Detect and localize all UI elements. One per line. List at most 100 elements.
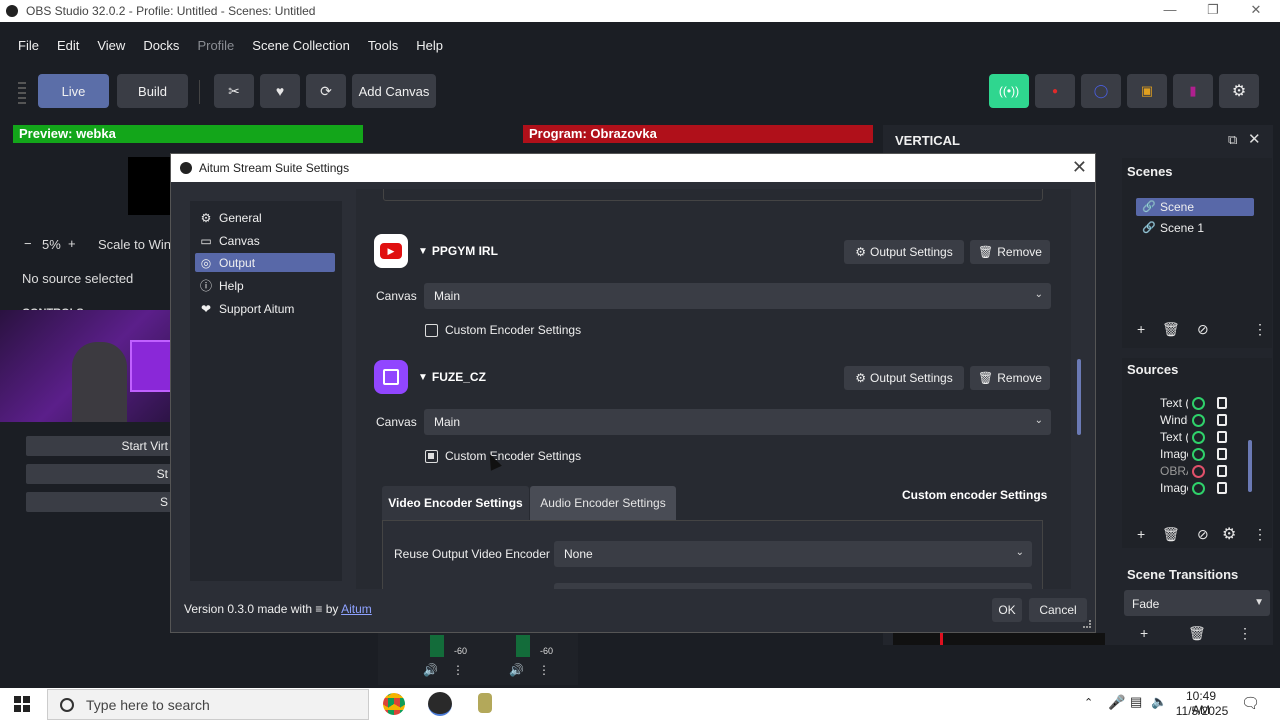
build-mode-button[interactable]: Build	[117, 74, 188, 108]
volume-icon[interactable]: 🔈	[1151, 694, 1167, 710]
lock-icon[interactable]	[1217, 465, 1227, 477]
start-virtual-camera-button[interactable]: Start Virt	[26, 436, 172, 456]
source-row[interactable]: Windo	[1138, 412, 1238, 428]
menu-view[interactable]: View	[97, 38, 125, 53]
more-icon[interactable]: ⋮	[1253, 526, 1267, 543]
heart-icon[interactable]: ♥	[260, 74, 300, 108]
menu-edit[interactable]: Edit	[57, 38, 79, 53]
float-dock-icon[interactable]: ⧉	[1228, 132, 1237, 148]
zoom-in-button[interactable]: +	[68, 236, 76, 251]
restore-button[interactable]: ❐	[1191, 0, 1235, 22]
lock-icon[interactable]	[1217, 448, 1227, 460]
transition-select[interactable]: Fade ▼	[1124, 590, 1270, 616]
reuse-encoder-select[interactable]: None ⌄	[554, 541, 1032, 567]
settings-control-button[interactable]: S	[26, 492, 172, 512]
scene-item[interactable]: 🔗 Scene	[1136, 198, 1254, 216]
canvas-select[interactable]: Main ⌄	[424, 283, 1051, 309]
close-window-button[interactable]: ✕	[1234, 0, 1278, 22]
settings-button[interactable]: ⚙	[1219, 74, 1259, 108]
source-row[interactable]: Text (	[1138, 395, 1238, 411]
output-settings-button[interactable]: ⚙ Output Settings	[844, 240, 964, 264]
nav-canvas[interactable]: ▭ Canvas	[195, 231, 335, 250]
gear-icon[interactable]: ⚙	[1222, 524, 1236, 544]
remove-button[interactable]: 🗑 Remove	[970, 240, 1050, 264]
scene-item[interactable]: 🔗 Scene 1	[1136, 219, 1254, 237]
output-name[interactable]: ▼ PPGYM IRL	[418, 244, 498, 258]
add-source-icon[interactable]: +	[1137, 526, 1145, 542]
eye-icon[interactable]	[1192, 430, 1205, 444]
record-button[interactable]: ●	[1035, 74, 1075, 108]
more-icon[interactable]: ⋮	[1253, 321, 1267, 338]
obs-taskbar-icon[interactable]	[428, 692, 452, 716]
studio-mode-button[interactable]: ▮	[1173, 74, 1213, 108]
chrome-icon[interactable]	[383, 693, 405, 715]
tools-icon[interactable]: ✂	[214, 74, 254, 108]
close-icon[interactable]: ✕	[1072, 157, 1087, 178]
minimize-button[interactable]: —	[1148, 0, 1192, 22]
microphone-icon[interactable]: 🎤	[1108, 694, 1125, 711]
next-select-partial[interactable]	[554, 583, 1032, 589]
virtual-camera-button[interactable]: ▣	[1127, 74, 1167, 108]
eye-icon[interactable]	[1192, 447, 1205, 461]
menu-docks[interactable]: Docks	[143, 38, 179, 53]
taskbar-date[interactable]: 11/5/2025	[1172, 704, 1232, 718]
live-mode-button[interactable]: Live	[38, 74, 109, 108]
network-icon[interactable]: ▤	[1130, 694, 1142, 710]
cancel-button[interactable]: Cancel	[1029, 598, 1087, 622]
add-transition-icon[interactable]: +	[1140, 625, 1148, 641]
checkbox-box[interactable]	[425, 323, 438, 337]
zoom-out-button[interactable]: −	[24, 236, 32, 251]
trash-icon[interactable]: 🗑	[1188, 625, 1206, 642]
nav-support-aitum[interactable]: ❤ Support Aitum	[195, 299, 335, 318]
checkbox-box[interactable]	[425, 449, 438, 463]
remove-button[interactable]: 🗑 Remove	[970, 366, 1050, 390]
replay-buffer-button[interactable]: ◯	[1081, 74, 1121, 108]
tab-video-encoder[interactable]: Video Encoder Settings	[382, 486, 529, 520]
lock-icon[interactable]	[1217, 397, 1227, 409]
eye-icon[interactable]	[1192, 413, 1205, 427]
filter-icon[interactable]: ⊘	[1197, 321, 1209, 338]
eye-icon[interactable]	[1192, 481, 1205, 495]
speaker-icon[interactable]: 🔊	[423, 663, 438, 677]
windows-start-icon[interactable]	[14, 696, 30, 712]
studio-mode-control-button[interactable]: St	[26, 464, 172, 484]
source-row[interactable]: Text (	[1138, 429, 1238, 445]
lock-icon[interactable]	[1217, 414, 1227, 426]
custom-encoder-checkbox[interactable]: Custom Encoder Settings	[425, 323, 581, 337]
stream-button[interactable]: ((•))	[989, 74, 1029, 108]
canvas-select[interactable]: Main ⌄	[424, 409, 1051, 435]
more-icon[interactable]: ⋮	[452, 663, 464, 677]
output-settings-button[interactable]: ⚙ Output Settings	[844, 366, 964, 390]
sources-scrollbar[interactable]	[1248, 440, 1252, 492]
custom-encoder-checkbox[interactable]: Custom Encoder Settings	[425, 449, 581, 463]
nav-output[interactable]: ◎ Output	[195, 253, 335, 272]
menu-profile[interactable]: Profile	[197, 38, 234, 53]
aitum-link[interactable]: Aitum	[341, 602, 372, 616]
menu-file[interactable]: File	[18, 38, 39, 53]
add-canvas-button[interactable]: Add Canvas	[352, 74, 436, 108]
lock-icon[interactable]	[1217, 431, 1227, 443]
resize-grip-icon[interactable]	[1083, 620, 1091, 628]
nav-help[interactable]: ⓘ Help	[195, 276, 335, 295]
menu-scene-collection[interactable]: Scene Collection	[252, 38, 350, 53]
tray-chevron-icon[interactable]: ⌃	[1084, 696, 1093, 709]
output-name[interactable]: ▼ FUZE_CZ	[418, 370, 486, 384]
trash-icon[interactable]: 🗑	[1162, 526, 1180, 543]
nav-general[interactable]: ⚙ General	[195, 208, 335, 227]
add-scene-icon[interactable]: +	[1137, 321, 1145, 337]
close-dock-icon[interactable]: ✕	[1248, 130, 1261, 148]
notification-icon[interactable]: 🗨	[1241, 694, 1260, 712]
source-row[interactable]: Image	[1138, 446, 1238, 462]
speaker-icon[interactable]: 🔊	[509, 663, 524, 677]
menu-tools[interactable]: Tools	[368, 38, 398, 53]
ok-button[interactable]: OK	[992, 598, 1022, 622]
filter-icon[interactable]: ⊘	[1197, 526, 1209, 543]
app-taskbar-icon[interactable]	[478, 693, 492, 713]
menu-help[interactable]: Help	[416, 38, 443, 53]
eye-icon[interactable]	[1192, 396, 1205, 410]
more-icon[interactable]: ⋮	[1238, 625, 1252, 642]
source-row[interactable]: OBRA	[1138, 463, 1238, 479]
taskbar-search-box[interactable]: Type here to search	[47, 689, 369, 720]
toolbar-grip[interactable]	[18, 82, 26, 106]
source-row[interactable]: Image	[1138, 480, 1238, 496]
